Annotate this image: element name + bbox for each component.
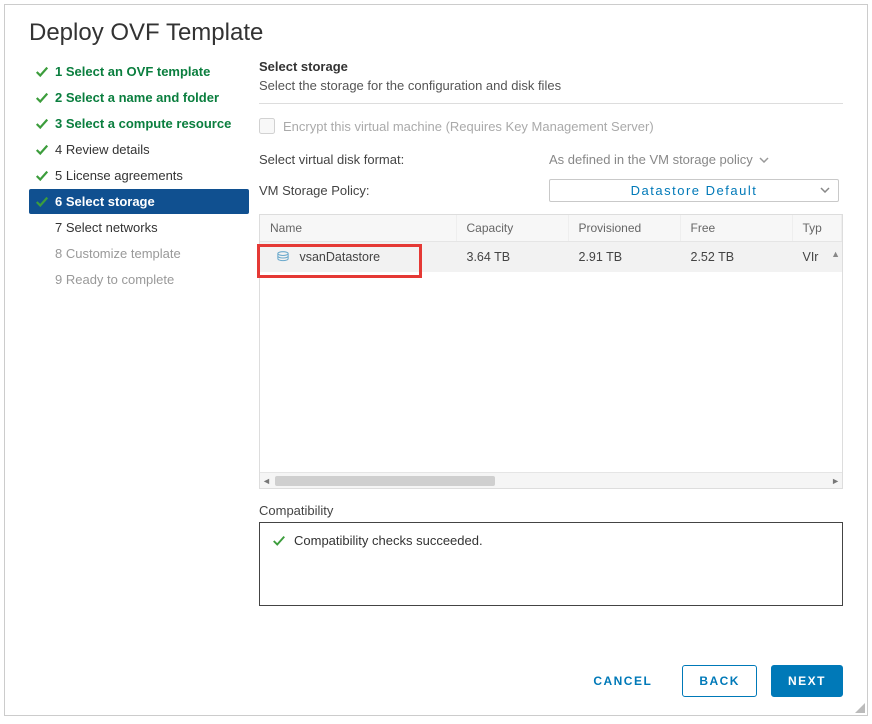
col-type[interactable]: Typ	[792, 215, 842, 242]
checkmark-icon	[35, 169, 49, 183]
dialog-content: 1 Select an OVF template 2 Select a name…	[5, 59, 867, 606]
cell-provisioned: 2.91 TB	[568, 242, 680, 273]
encrypt-vm-checkbox	[259, 118, 275, 134]
encrypt-vm-label: Encrypt this virtual machine (Requires K…	[283, 119, 654, 134]
step-select-compute-resource[interactable]: 3 Select a compute resource	[29, 111, 249, 136]
step-label: 4 Review details	[55, 142, 150, 157]
disk-format-row: Select virtual disk format: As defined i…	[259, 152, 843, 167]
chevron-down-icon	[820, 187, 830, 193]
section-title: Select storage	[259, 59, 843, 74]
step-select-ovf-template[interactable]: 1 Select an OVF template	[29, 59, 249, 84]
compatibility-row: Compatibility checks succeeded.	[272, 533, 830, 548]
table-empty-area	[260, 272, 842, 472]
storage-policy-select[interactable]: Datastore Default	[549, 179, 839, 202]
step-label: 8 Customize template	[55, 246, 181, 261]
col-name[interactable]: Name	[260, 215, 456, 242]
col-provisioned[interactable]: Provisioned	[568, 215, 680, 242]
next-button[interactable]: NEXT	[771, 665, 843, 697]
scrollbar-thumb[interactable]	[275, 476, 495, 486]
compatibility-label: Compatibility	[259, 503, 843, 518]
scroll-up-icon[interactable]: ▲	[831, 249, 840, 259]
resize-grip[interactable]	[853, 701, 865, 713]
datastore-name: vsanDatastore	[299, 250, 380, 264]
step-select-name-folder[interactable]: 2 Select a name and folder	[29, 85, 249, 110]
cell-name: vsanDatastore	[260, 242, 456, 273]
storage-policy-row: VM Storage Policy: Datastore Default	[259, 179, 843, 202]
datastore-table-container: Name Capacity Provisioned Free Typ	[259, 214, 843, 489]
step-ready-to-complete: 9 Ready to complete	[29, 267, 249, 292]
chevron-down-icon	[759, 157, 769, 163]
dialog-footer: CANCEL BACK NEXT	[577, 665, 843, 697]
cancel-button[interactable]: CANCEL	[577, 666, 668, 696]
step-label: 7 Select networks	[55, 220, 158, 235]
cell-capacity: 3.64 TB	[456, 242, 568, 273]
checkmark-icon	[35, 143, 49, 157]
checkmark-icon	[35, 117, 49, 131]
step-label: 1 Select an OVF template	[55, 64, 210, 79]
step-customize-template: 8 Customize template	[29, 241, 249, 266]
compatibility-message: Compatibility checks succeeded.	[294, 533, 483, 548]
col-free[interactable]: Free	[680, 215, 792, 242]
step-label: 5 License agreements	[55, 168, 183, 183]
datastore-icon	[276, 251, 290, 263]
encrypt-vm-row: Encrypt this virtual machine (Requires K…	[259, 118, 843, 134]
datastore-table: Name Capacity Provisioned Free Typ	[260, 215, 842, 272]
table-header-row: Name Capacity Provisioned Free Typ	[260, 215, 842, 242]
step-review-details[interactable]: 4 Review details	[29, 137, 249, 162]
scroll-left-icon[interactable]: ◄	[262, 476, 271, 486]
wizard-steps-sidebar: 1 Select an OVF template 2 Select a name…	[29, 59, 249, 606]
step-select-networks[interactable]: 7 Select networks	[29, 215, 249, 240]
back-button[interactable]: BACK	[682, 665, 757, 697]
table-row[interactable]: vsanDatastore 3.64 TB 2.91 TB 2.52 TB VI…	[260, 242, 842, 273]
cell-free: 2.52 TB	[680, 242, 792, 273]
checkmark-icon	[272, 534, 286, 548]
scroll-right-icon[interactable]: ►	[831, 476, 840, 486]
dialog-title: Deploy OVF Template	[5, 5, 867, 59]
checkmark-icon	[35, 91, 49, 105]
disk-format-value: As defined in the VM storage policy	[549, 152, 753, 167]
step-license-agreements[interactable]: 5 License agreements	[29, 163, 249, 188]
compatibility-box: Compatibility checks succeeded.	[259, 522, 843, 606]
disk-format-select[interactable]: As defined in the VM storage policy	[549, 152, 769, 167]
storage-policy-label: VM Storage Policy:	[259, 183, 549, 198]
step-label: 3 Select a compute resource	[55, 116, 231, 131]
step-label: 2 Select a name and folder	[55, 90, 219, 105]
step-label: 9 Ready to complete	[55, 272, 174, 287]
disk-format-label: Select virtual disk format:	[259, 152, 549, 167]
storage-policy-value: Datastore Default	[631, 183, 758, 198]
checkmark-icon	[35, 195, 49, 209]
step-select-storage[interactable]: 6 Select storage	[29, 189, 249, 214]
horizontal-scrollbar[interactable]: ◄ ►	[260, 472, 842, 488]
section-description: Select the storage for the configuration…	[259, 78, 843, 104]
checkmark-icon	[35, 65, 49, 79]
deploy-ovf-dialog: Deploy OVF Template 1 Select an OVF temp…	[4, 4, 868, 716]
col-capacity[interactable]: Capacity	[456, 215, 568, 242]
step-label: 6 Select storage	[55, 194, 155, 209]
main-panel: Select storage Select the storage for th…	[249, 59, 843, 606]
